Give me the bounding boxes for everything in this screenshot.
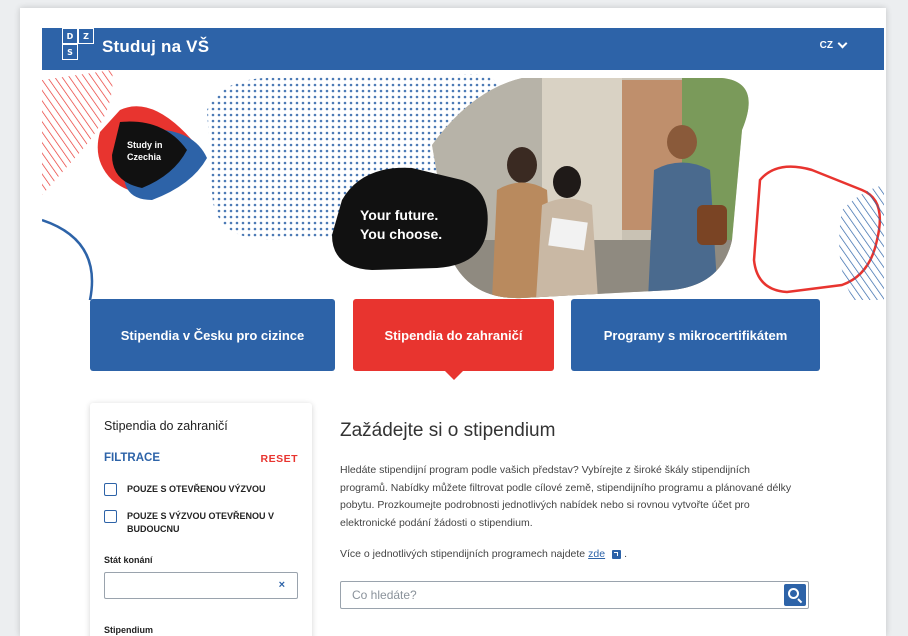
tab-scholarships-abroad[interactable]: Stipendia do zahraničí [353,299,554,380]
search-button[interactable] [784,584,806,606]
blue-outline-shape [42,218,94,300]
search-bar [340,581,809,609]
tab-scholarships-in-czechia[interactable]: Stipendia v Česku pro cizince [90,299,335,371]
search-input[interactable] [341,582,781,608]
filter-open-call[interactable]: POUZE S OTEVŘENOU VÝZVOU [104,483,287,496]
intro-paragraph: Hledáte stipendijní program podle vašich… [340,464,792,529]
clear-icon[interactable]: × [279,579,285,591]
checkbox-open-call[interactable] [104,483,117,496]
hero-banner: Study in Czechia Your future. You choose… [42,70,884,300]
country-select[interactable]: × [104,572,298,599]
dzs-logo[interactable]: D Z S [62,28,94,60]
more-info-text: Více o jednotlivých stipendijních progra… [340,548,586,560]
more-info-line: Více o jednotlivých stipendijních progra… [340,548,627,560]
logo-letter-d: D [62,28,78,44]
tab-label: Stipendia v Česku pro cizince [120,327,305,343]
logo-blank-cell [78,44,94,60]
tab-label: Programy s mikrocertifikátem [603,327,788,343]
reset-button[interactable]: RESET [260,453,298,465]
country-label: Stát konání [104,555,153,565]
badge-text-line2: Czechia [127,152,162,162]
checkbox-future-call[interactable] [104,510,117,523]
slogan-line1: Your future. [360,207,438,223]
active-tab-arrow [443,370,464,380]
students-photo [432,78,749,299]
filter-future-call[interactable]: POUZE S VÝZVOU OTEVŘENOU V BUDOUCNU [104,510,287,536]
filter-panel-title: Stipendia do zahraničí [104,419,228,433]
tab-microcredential-programs[interactable]: Programy s mikrocertifikátem [571,299,820,371]
more-info-link[interactable]: zde [588,548,605,560]
logo-letter-s: S [62,44,78,60]
search-icon [788,588,799,599]
badge-text-line1: Study in [127,140,163,150]
more-info-suffix: . [624,548,628,560]
chevron-down-icon [837,38,848,49]
search-icon-handle [797,598,803,604]
page-title: Zažádejte si o stipendium [340,420,556,441]
logo-letter-z: Z [78,28,94,44]
checkbox-future-call-label: POUZE S VÝZVOU OTEVŘENOU V BUDOUCNU [127,511,275,534]
striped-blue-shape [839,185,884,300]
hero-illustration: Study in Czechia Your future. You choose… [42,70,884,300]
filter-panel: Stipendia do zahraničí FILTRACE RESET PO… [90,403,312,636]
slogan-line2: You choose. [360,226,442,242]
checkbox-open-call-label: POUZE S OTEVŘENOU VÝZVOU [127,484,266,494]
language-code: CZ [819,40,833,51]
external-link-icon[interactable] [612,549,622,559]
tab-label: Stipendia do zahraničí [384,327,523,343]
site-header: D Z S Studuj na VŠ CZ [42,28,884,70]
scholarship-label: Stipendium [104,625,153,635]
site-title[interactable]: Studuj na VŠ [102,37,209,57]
browser-frame: D Z S Studuj na VŠ CZ Study in Czechia Y… [20,8,886,636]
filter-heading: FILTRACE [104,452,161,464]
language-selector[interactable]: CZ [819,38,848,51]
